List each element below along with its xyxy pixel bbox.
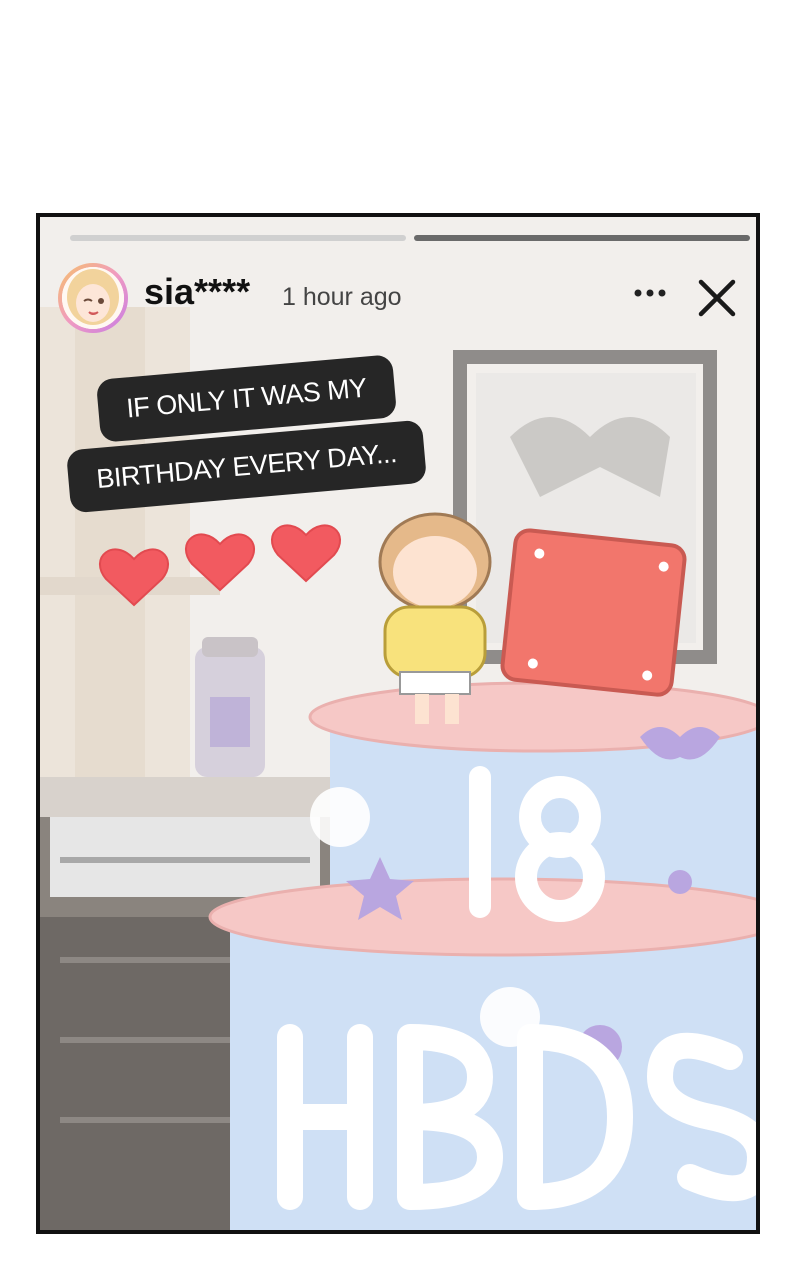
story-background-illustration — [40, 217, 756, 1230]
more-horizontal-icon[interactable] — [632, 285, 668, 301]
story-progress-bars — [70, 235, 750, 241]
story-panel[interactable]: sia**** 1 hour ago IF ONLY IT WAS MY BIR… — [36, 213, 760, 1234]
avatar-image — [62, 267, 124, 329]
progress-segment-current — [414, 235, 750, 241]
avatar[interactable] — [58, 263, 128, 333]
timestamp: 1 hour ago — [282, 283, 402, 311]
close-icon[interactable] — [696, 277, 738, 319]
username[interactable]: sia**** — [144, 271, 250, 313]
story-header: sia**** 1 hour ago — [58, 263, 746, 343]
progress-segment-viewed — [70, 235, 406, 241]
